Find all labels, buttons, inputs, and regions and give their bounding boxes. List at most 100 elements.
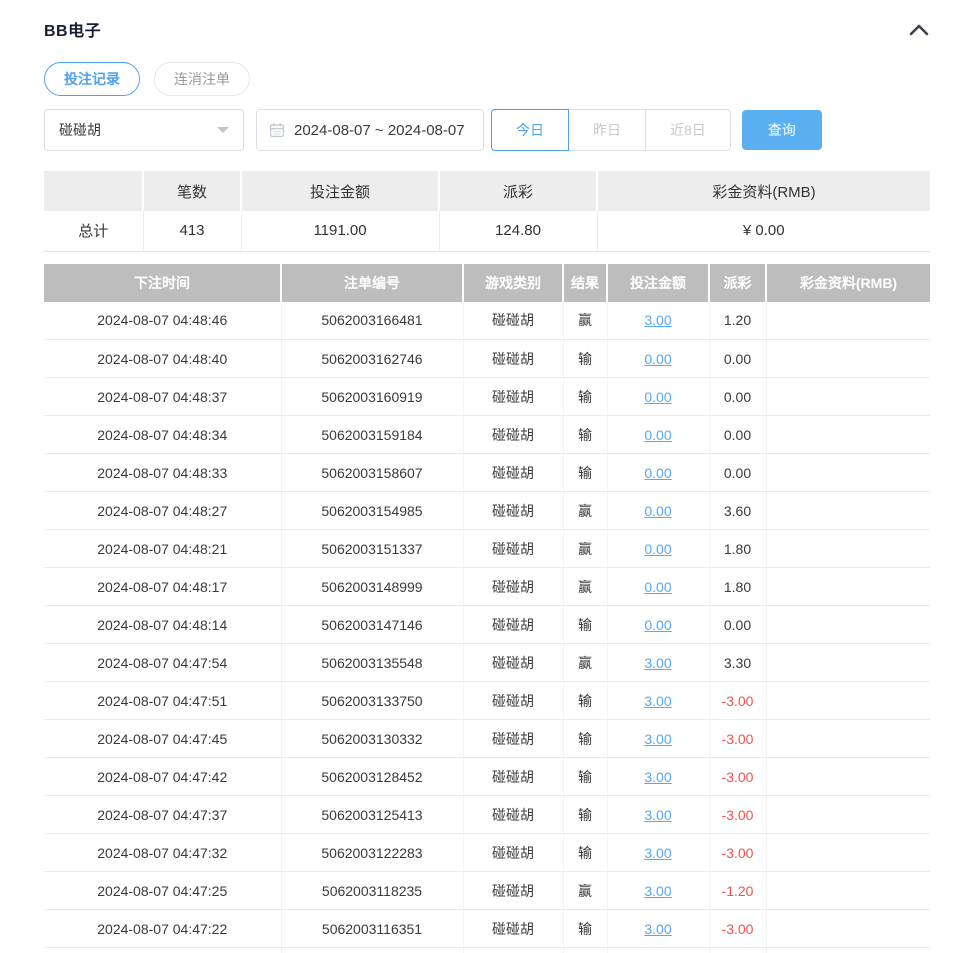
order-number-cell: 5062003166481 xyxy=(281,301,464,340)
summary-total-bet-amount: 1191.00 xyxy=(241,211,440,252)
last-8-days-button[interactable]: 近8日 xyxy=(645,109,731,151)
game-type-cell: 碰碰胡 xyxy=(463,871,564,910)
payout-cell: -3.00 xyxy=(709,833,767,872)
bonus-cell xyxy=(766,339,930,378)
table-row: 2024-08-07 04:47:54 5062003135548 碰碰胡赢 3.00… xyxy=(44,643,930,682)
payout-cell: 0.00 xyxy=(709,415,767,454)
tab-cancelled-orders[interactable]: 连消注单 xyxy=(154,62,250,96)
calendar-icon xyxy=(269,122,285,138)
bet-amount-link[interactable]: 3.00 xyxy=(644,693,671,709)
yesterday-button[interactable]: 昨日 xyxy=(568,109,646,151)
game-type-cell: 碰碰胡 xyxy=(463,757,564,796)
bet-amount-link[interactable]: 0.00 xyxy=(644,389,671,405)
table-row: 2024-08-07 04:48:14 5062003147146 碰碰胡输 0.00… xyxy=(44,605,930,644)
bet-amount-link[interactable]: 3.00 xyxy=(644,921,671,937)
bet-amount-link[interactable]: 0.00 xyxy=(644,579,671,595)
summary-total-row: 总计 413 1191.00 124.80 ¥ 0.00 xyxy=(44,211,930,252)
order-number-cell: 5062003128452 xyxy=(281,757,464,796)
bet-amount-link[interactable]: 3.00 xyxy=(644,769,671,785)
bet-amount-link[interactable]: 3.00 xyxy=(644,845,671,861)
game-type-cell: 碰碰胡 xyxy=(463,833,564,872)
game-type-cell: 碰碰胡 xyxy=(463,491,564,530)
bet-amount-link[interactable]: 0.00 xyxy=(644,503,671,519)
empty-cell xyxy=(44,947,282,953)
result-cell: 赢 xyxy=(563,567,608,606)
bonus-cell xyxy=(766,453,930,492)
game-type-cell: 碰碰胡 xyxy=(463,377,564,416)
bonus-cell xyxy=(766,871,930,910)
game-type-cell: 碰碰胡 xyxy=(463,795,564,834)
bet-amount-link[interactable]: 3.00 xyxy=(644,883,671,899)
bonus-cell xyxy=(766,909,930,948)
bet-amount-link[interactable]: 0.00 xyxy=(644,617,671,633)
bet-amount-link[interactable]: 0.00 xyxy=(644,465,671,481)
bet-amount-cell: 0.00 xyxy=(607,605,710,644)
bet-amount-link[interactable]: 3.00 xyxy=(644,807,671,823)
header-game-type: 游戏类别 xyxy=(463,263,564,302)
bet-time-cell: 2024-08-07 04:48:40 xyxy=(44,339,282,378)
bet-amount-link[interactable]: 3.00 xyxy=(644,655,671,671)
result-cell: 输 xyxy=(563,453,608,492)
tab-bet-records[interactable]: 投注记录 xyxy=(44,62,140,96)
chevron-up-icon[interactable] xyxy=(908,22,930,37)
page-title: BB电子 xyxy=(44,23,102,40)
result-cell: 输 xyxy=(563,719,608,758)
bet-amount-link[interactable]: 3.00 xyxy=(644,312,671,328)
bet-table: 下注时间 注单编号 游戏类别 结果 投注金额 派彩 彩金资料(RMB) 2024… xyxy=(44,263,930,953)
summary-header-bet-amount: 投注金额 xyxy=(241,171,440,211)
search-button[interactable]: 查询 xyxy=(741,110,822,150)
game-type-select[interactable]: 碰碰胡 xyxy=(44,109,244,151)
empty-cell xyxy=(563,947,608,953)
payout-cell: -3.00 xyxy=(709,681,767,720)
summary-header-count: 笔数 xyxy=(143,171,242,211)
tab-bar: 投注记录 连消注单 xyxy=(44,62,930,96)
table-row: 2024-08-07 04:48:40 5062003162746 碰碰胡输 0.00… xyxy=(44,339,930,378)
order-number-cell: 5062003130332 xyxy=(281,719,464,758)
bonus-cell xyxy=(766,795,930,834)
game-type-cell: 碰碰胡 xyxy=(463,529,564,568)
bet-time-cell: 2024-08-07 04:47:51 xyxy=(44,681,282,720)
bonus-cell xyxy=(766,757,930,796)
game-type-cell: 碰碰胡 xyxy=(463,453,564,492)
table-row: 2024-08-07 04:47:37 5062003125413 碰碰胡输 3.00… xyxy=(44,795,930,834)
chevron-down-icon xyxy=(217,127,229,133)
result-cell: 输 xyxy=(563,681,608,720)
result-cell: 赢 xyxy=(563,301,608,340)
bonus-cell xyxy=(766,567,930,606)
bet-amount-link[interactable]: 0.00 xyxy=(644,351,671,367)
order-number-cell: 5062003151337 xyxy=(281,529,464,568)
summary-total-count: 413 xyxy=(143,211,242,252)
game-type-cell: 碰碰胡 xyxy=(463,719,564,758)
game-type-cell: 碰碰胡 xyxy=(463,681,564,720)
today-button[interactable]: 今日 xyxy=(491,109,569,151)
table-row: 2024-08-07 04:47:51 5062003133750 碰碰胡输 3.00… xyxy=(44,681,930,720)
bet-amount-cell: 3.00 xyxy=(607,909,710,948)
bet-time-cell: 2024-08-07 04:47:25 xyxy=(44,871,282,910)
payout-cell: 1.20 xyxy=(709,301,767,340)
bet-time-cell: 2024-08-07 04:48:37 xyxy=(44,377,282,416)
bet-amount-cell: 3.00 xyxy=(607,301,710,340)
header-bet-amount: 投注金额 xyxy=(607,263,710,302)
bet-time-cell: 2024-08-07 04:48:33 xyxy=(44,453,282,492)
empty-cell xyxy=(607,947,710,953)
table-row: 2024-08-07 04:47:22 5062003116351 碰碰胡输 3.00… xyxy=(44,909,930,948)
payout-cell: 0.00 xyxy=(709,339,767,378)
order-number-cell: 5062003147146 xyxy=(281,605,464,644)
bet-amount-link[interactable]: 3.00 xyxy=(644,731,671,747)
bet-amount-cell: 0.00 xyxy=(607,415,710,454)
table-row: 2024-08-07 04:48:21 5062003151337 碰碰胡赢 0.00… xyxy=(44,529,930,568)
bonus-cell xyxy=(766,643,930,682)
bet-amount-cell: 0.00 xyxy=(607,377,710,416)
game-type-select-value: 碰碰胡 xyxy=(59,122,101,138)
order-number-cell: 5062003162746 xyxy=(281,339,464,378)
bet-amount-link[interactable]: 0.00 xyxy=(644,541,671,557)
payout-cell: 0.00 xyxy=(709,377,767,416)
game-type-cell: 碰碰胡 xyxy=(463,415,564,454)
table-row: 2024-08-07 04:47:42 5062003128452 碰碰胡输 3.00… xyxy=(44,757,930,796)
date-range-input[interactable]: 2024-08-07 ~ 2024-08-07 xyxy=(256,109,484,151)
bet-amount-link[interactable]: 0.00 xyxy=(644,427,671,443)
table-row: 2024-08-07 04:47:45 5062003130332 碰碰胡输 3.00… xyxy=(44,719,930,758)
table-row: 2024-08-07 04:48:27 5062003154985 碰碰胡赢 0.00… xyxy=(44,491,930,530)
result-cell: 输 xyxy=(563,757,608,796)
bet-time-cell: 2024-08-07 04:48:46 xyxy=(44,301,282,340)
